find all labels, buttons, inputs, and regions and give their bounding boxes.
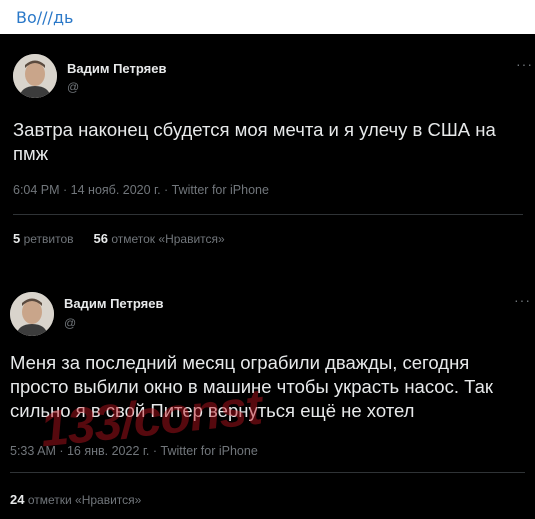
retweets-count: 5 xyxy=(13,231,21,246)
divider xyxy=(10,472,525,473)
channel-caption[interactable]: Во///дь xyxy=(16,8,73,27)
tweets-screenshot: Вадим Петряев @ ··· Завтра наконец сбуде… xyxy=(0,34,535,519)
tweet-stats: 5 ретвитов 56 отметок «Нравится» xyxy=(13,231,225,246)
avatar[interactable] xyxy=(13,54,57,98)
likes-count: 24 xyxy=(10,492,25,507)
author-handle[interactable]: @ xyxy=(64,316,76,330)
likes-label: отметки «Нравится» xyxy=(27,493,142,507)
tweet-text: Меня за последний месяц ограбили дважды,… xyxy=(10,352,493,421)
author-name[interactable]: Вадим Петряев xyxy=(67,61,166,76)
tweet-stats: 24 отметки «Нравится» xyxy=(10,492,141,507)
more-options-icon[interactable]: ··· xyxy=(516,56,533,72)
likes-link[interactable]: 24 отметки «Нравится» xyxy=(10,492,142,507)
more-options-icon[interactable]: ··· xyxy=(514,292,531,308)
avatar-photo-icon xyxy=(10,292,54,336)
avatar[interactable] xyxy=(10,292,54,336)
author-name[interactable]: Вадим Петряев xyxy=(64,296,163,311)
likes-label: отметок «Нравится» xyxy=(111,232,225,246)
avatar-photo-icon xyxy=(13,54,57,98)
author-handle[interactable]: @ xyxy=(67,80,79,94)
tweet-text: Завтра наконец сбудется моя мечта и я ул… xyxy=(13,119,496,164)
tweet-meta[interactable]: 6:04 PM · 14 нояб. 2020 г. · Twitter for… xyxy=(13,183,269,197)
retweets-link[interactable]: 5 ретвитов xyxy=(13,231,74,246)
likes-link[interactable]: 56 отметок «Нравится» xyxy=(93,231,225,246)
divider xyxy=(13,214,523,215)
retweets-label: ретвитов xyxy=(23,232,74,246)
likes-count: 56 xyxy=(93,231,108,246)
tweet-meta[interactable]: 5:33 AM · 16 янв. 2022 г. · Twitter for … xyxy=(10,444,258,458)
